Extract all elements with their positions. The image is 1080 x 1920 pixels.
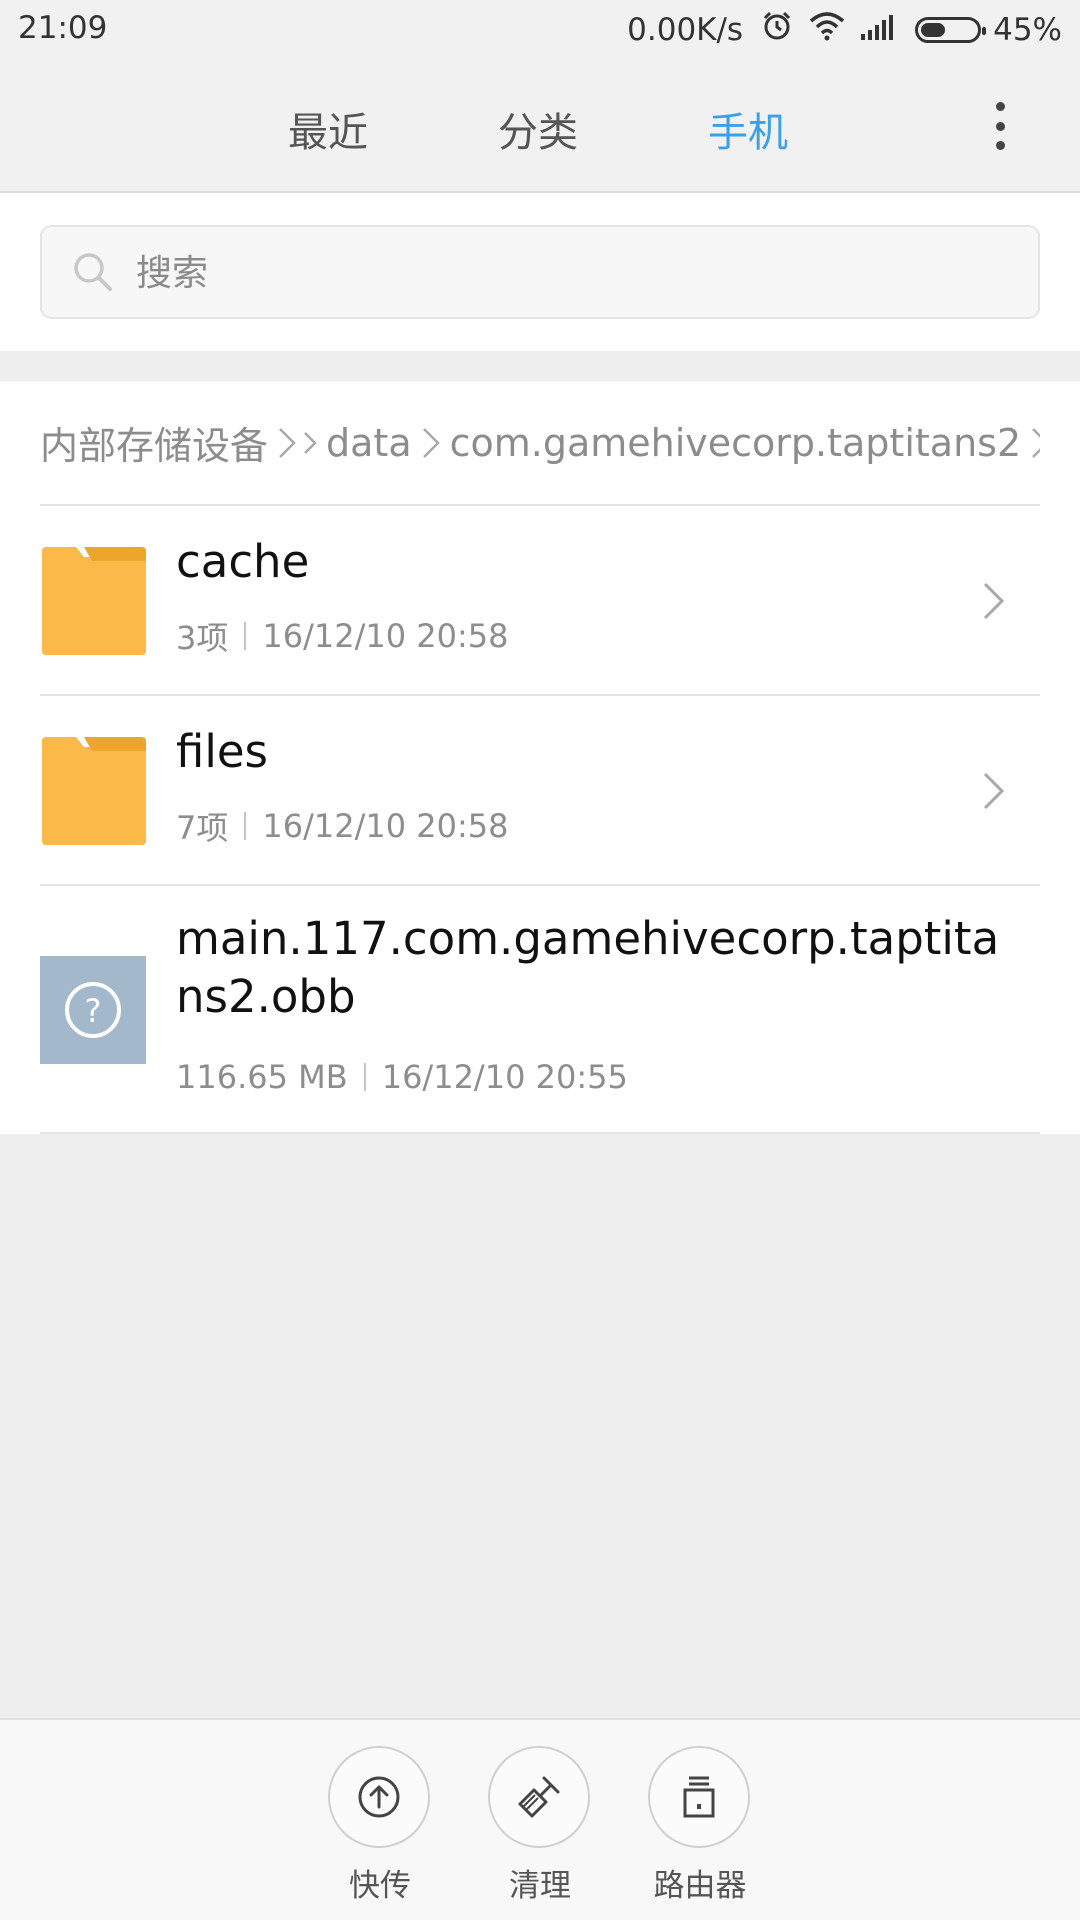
item-count: 3项 xyxy=(176,619,229,657)
battery-percentage: 45% xyxy=(993,12,1062,48)
file-meta: 116.65 MB 16/12/10 20:55 xyxy=(176,1058,628,1096)
bottom-action-bar: 快传 清理 路由器 xyxy=(0,1718,1080,1920)
breadcrumb-item-package[interactable]: com.gamehivecorp.taptitans2 xyxy=(450,421,1022,465)
clean-button[interactable]: 清理 xyxy=(488,1746,592,1905)
broom-icon xyxy=(518,1776,560,1818)
clean-label: 清理 xyxy=(509,1868,571,1904)
router-button[interactable]: 路由器 xyxy=(648,1746,752,1905)
tab-category[interactable]: 分类 xyxy=(498,100,578,158)
battery-icon xyxy=(915,17,987,43)
file-meta: 7项 16/12/10 20:58 xyxy=(176,803,508,849)
router-label: 路由器 xyxy=(653,1868,747,1904)
search-icon xyxy=(74,253,112,291)
meta-divider xyxy=(244,622,247,650)
search-box[interactable] xyxy=(40,225,1040,319)
file-row-obb[interactable]: ? main.117.com.gamehivecorp.taptitans2.o… xyxy=(40,886,1040,1134)
router-icon xyxy=(683,1776,715,1818)
top-tabs: 最近 分类 手机 xyxy=(0,90,1080,170)
tab-recent[interactable]: 最近 xyxy=(288,100,368,158)
wifi-icon xyxy=(809,11,845,49)
modified-date: 16/12/10 20:55 xyxy=(381,1058,628,1096)
file-meta: 3项 16/12/10 20:58 xyxy=(176,613,508,659)
breadcrumb-item-data[interactable]: data xyxy=(326,421,412,465)
meta-divider xyxy=(244,812,247,840)
breadcrumb-chevron-icon xyxy=(418,423,444,463)
status-bar: 21:09 0.00K/s 45% xyxy=(0,0,1080,62)
alarm-icon xyxy=(761,10,793,50)
more-options-icon[interactable] xyxy=(988,102,1012,150)
network-speed: 0.00K/s xyxy=(627,12,744,48)
app-header: 21:09 0.00K/s 45% 最近 分类 手机 xyxy=(0,0,1080,193)
upload-icon xyxy=(358,1776,400,1818)
folder-icon xyxy=(42,547,146,655)
tab-phone[interactable]: 手机 xyxy=(708,100,788,158)
file-list-section: 内部存储设备 data com.gamehivecorp.taptitans2 … xyxy=(0,381,1080,1134)
breadcrumb: 内部存储设备 data com.gamehivecorp.taptitans2 xyxy=(40,381,1040,506)
file-name: main.117.com.gamehivecorp.taptitans2.obb xyxy=(176,912,1000,1023)
modified-date: 16/12/10 20:58 xyxy=(262,617,509,655)
battery-level-fill xyxy=(921,23,946,37)
breadcrumb-chevron-icon xyxy=(1027,423,1040,463)
meta-divider xyxy=(363,1063,366,1091)
status-indicators: 0.00K/s 45% xyxy=(627,10,1062,50)
file-name: files xyxy=(176,725,268,778)
breadcrumb-item-internal-storage[interactable]: 内部存储设备 xyxy=(40,415,268,470)
unknown-file-icon: ? xyxy=(40,956,146,1064)
battery-cap xyxy=(982,27,987,35)
search-input[interactable] xyxy=(134,237,1018,309)
file-row-cache[interactable]: cache 3项 16/12/10 20:58 xyxy=(40,506,1040,696)
chevron-right-icon xyxy=(983,582,1005,620)
file-name: cache xyxy=(176,535,310,588)
quick-transfer-button[interactable]: 快传 xyxy=(328,1746,432,1905)
modified-date: 16/12/10 20:58 xyxy=(262,807,509,845)
breadcrumb-chevron-icon xyxy=(274,423,300,463)
search-section xyxy=(0,193,1080,351)
breadcrumb-chevron-icon xyxy=(302,423,320,463)
quick-transfer-label: 快传 xyxy=(349,1868,411,1904)
svg-text:?: ? xyxy=(85,992,102,1030)
item-count: 7项 xyxy=(176,809,229,847)
router-circle xyxy=(648,1746,750,1848)
folder-icon xyxy=(42,737,146,845)
file-row-files[interactable]: files 7项 16/12/10 20:58 xyxy=(40,696,1040,886)
status-time: 21:09 xyxy=(18,10,108,46)
chevron-right-icon xyxy=(983,772,1005,810)
signal-icon xyxy=(861,12,899,48)
file-size: 116.65 MB xyxy=(176,1058,348,1096)
clean-circle xyxy=(488,1746,590,1848)
quick-transfer-circle xyxy=(328,1746,430,1848)
